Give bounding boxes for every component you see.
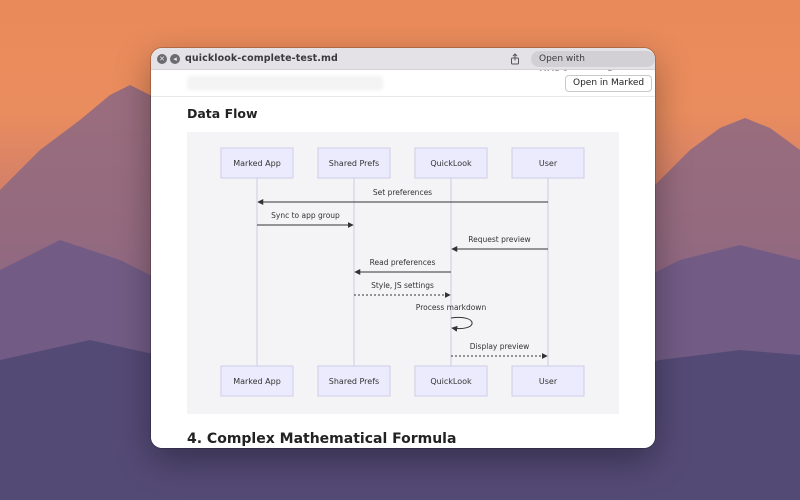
participant-label: Marked App (233, 377, 281, 386)
message-label: Set preferences (373, 188, 432, 197)
participant-label: User (539, 377, 558, 386)
document-content: Open in Marked Data Flow Marked App Share… (151, 71, 655, 448)
preview-toolbar: Open in Marked (151, 71, 655, 97)
message-arrow-self (450, 316, 473, 332)
sequence-diagram-svg: Marked App Shared Prefs QuickLook User Marke… (220, 147, 585, 397)
open-with-button[interactable]: Open with MMDComposer5 (531, 51, 655, 80)
message-label: Process markdown (416, 303, 487, 312)
next-section-heading: 4. Complex Mathematical Formula (187, 431, 457, 447)
participant-label: User (539, 159, 558, 168)
message-label: Style, JS settings (371, 281, 434, 290)
quicklook-window: ✕ ◂ quicklook-complete-test.md Open with… (151, 48, 655, 448)
message-label: Read preferences (370, 258, 436, 267)
participant-label: Shared Prefs (329, 377, 379, 386)
sequence-diagram: Marked App Shared Prefs QuickLook User Marke… (187, 132, 619, 414)
section-heading: Data Flow (187, 106, 258, 121)
message-label: Sync to app group (271, 211, 340, 220)
open-in-marked-button[interactable]: Open in Marked (565, 75, 653, 92)
window-title: quicklook-complete-test.md (185, 53, 338, 64)
window-titlebar: ✕ ◂ quicklook-complete-test.md Open with… (151, 48, 655, 80)
participant-label: Marked App (233, 159, 281, 168)
share-icon[interactable] (509, 53, 521, 65)
scrolled-heading-remnant (187, 76, 383, 90)
message-label: Display preview (470, 342, 530, 351)
close-icon[interactable]: ✕ (157, 53, 167, 64)
participant-label: QuickLook (430, 159, 472, 168)
back-icon[interactable]: ◂ (170, 53, 180, 64)
participant-label: Shared Prefs (329, 159, 379, 168)
message-label: Request preview (468, 235, 530, 244)
participant-label: QuickLook (430, 377, 472, 386)
